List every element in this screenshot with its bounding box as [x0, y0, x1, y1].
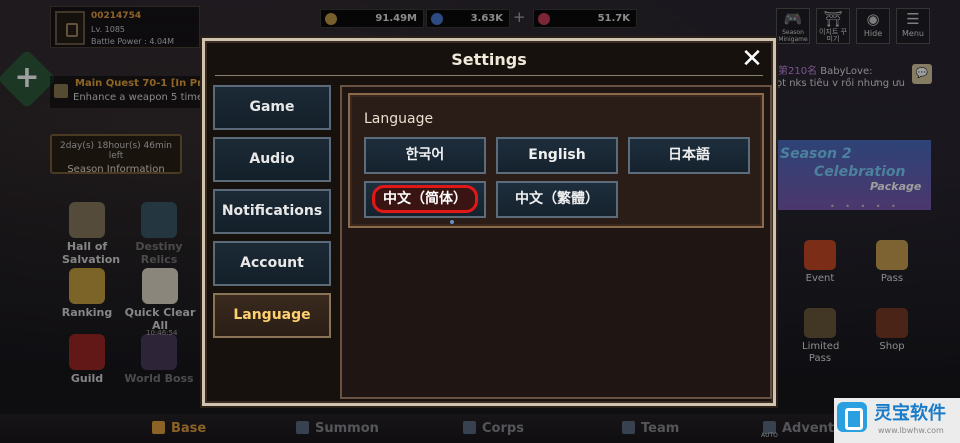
language-option-traditional-chinese[interactable]: 中文（繁體）	[496, 181, 618, 218]
language-option-korean[interactable]: 한국어	[364, 137, 486, 174]
settings-dialog: Settings ✕ Game Audio Notifications Acco…	[202, 38, 776, 406]
settings-content-panel: Language 한국어 English 日本語 中文（简体） 中文（繁體）	[340, 85, 772, 399]
tab-game[interactable]: Game	[213, 85, 331, 130]
watermark-logo-icon	[837, 402, 867, 432]
tab-account[interactable]: Account	[213, 241, 331, 286]
watermark-url: www.lbwhw.com	[878, 426, 944, 435]
close-button[interactable]: ✕	[738, 45, 766, 73]
language-option-english[interactable]: English	[496, 137, 618, 174]
title-divider	[215, 75, 763, 76]
selected-language-highlight: 中文（简体）	[372, 185, 478, 213]
language-section-title: Language	[364, 111, 434, 127]
scroll-indicator	[450, 220, 454, 224]
watermark: 灵宝软件 www.lbwhw.com	[834, 398, 960, 443]
tab-language[interactable]: Language	[213, 293, 331, 338]
language-section: Language 한국어 English 日本語 中文（简体） 中文（繁體）	[348, 93, 764, 228]
tab-audio[interactable]: Audio	[213, 137, 331, 182]
watermark-name: 灵宝软件	[874, 403, 946, 424]
tab-notifications[interactable]: Notifications	[213, 189, 331, 234]
language-option-japanese[interactable]: 日本語	[628, 137, 750, 174]
settings-title: Settings	[451, 50, 527, 69]
language-option-simplified-chinese[interactable]: 中文（简体）	[364, 181, 486, 218]
